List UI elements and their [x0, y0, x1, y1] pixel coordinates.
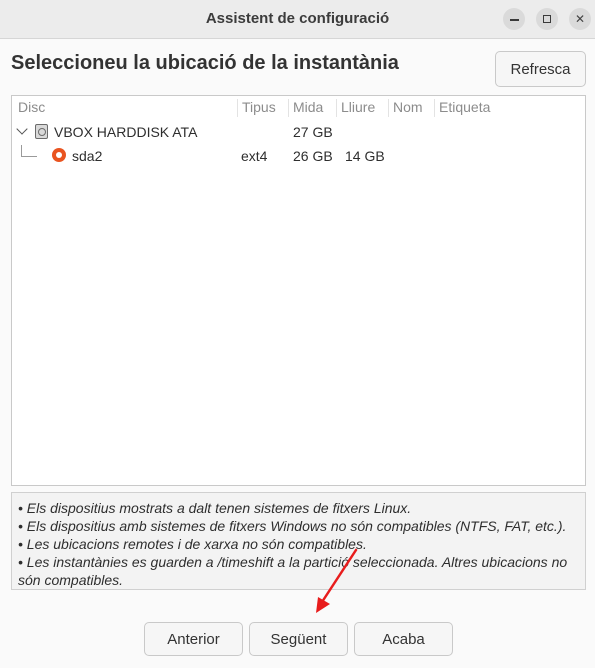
- column-header-lliure[interactable]: Lliure: [336, 99, 375, 117]
- title-bar: Assistent de configuració ✕: [0, 0, 595, 39]
- info-notes: • Els dispositius mostrats a dalt tenen …: [11, 492, 586, 590]
- maximize-button[interactable]: [536, 8, 558, 30]
- device-tree[interactable]: Disc Tipus Mida Lliure Nom Etiqueta VBOX…: [11, 95, 586, 486]
- note-item: • Els dispositius mostrats a dalt tenen …: [18, 500, 412, 516]
- disk-row[interactable]: VBOX HARDDISK ATA 27 GB: [12, 121, 585, 143]
- tree-connector: [21, 145, 37, 157]
- column-header-disc[interactable]: Disc: [18, 99, 45, 117]
- page-heading: Seleccioneu la ubicació de la instantàni…: [11, 52, 399, 74]
- partition-name: sda2: [72, 148, 103, 164]
- column-header-nom[interactable]: Nom: [388, 99, 423, 117]
- disk-size: 27 GB: [293, 124, 333, 140]
- close-icon: ✕: [574, 12, 586, 26]
- partition-size: 26 GB: [293, 148, 333, 164]
- refresh-button[interactable]: Refresca: [495, 51, 586, 87]
- note-item: • Les ubicacions remotes i de xarxa no s…: [18, 536, 367, 552]
- next-button[interactable]: Següent: [249, 622, 348, 656]
- column-header-mida[interactable]: Mida: [288, 99, 323, 117]
- partition-free: 14 GB: [345, 148, 385, 164]
- column-header-tipus[interactable]: Tipus: [237, 99, 276, 117]
- previous-button[interactable]: Anterior: [144, 622, 243, 656]
- maximize-icon: [543, 15, 551, 23]
- harddisk-icon: [35, 124, 48, 139]
- minimize-button[interactable]: [503, 8, 525, 30]
- radio-selected-icon[interactable]: [52, 148, 66, 162]
- table-header: Disc Tipus Mida Lliure Nom Etiqueta: [12, 96, 585, 118]
- note-item: • Els dispositius amb sistemes de fitxer…: [18, 518, 567, 534]
- partition-type: ext4: [241, 148, 268, 164]
- chevron-down-icon[interactable]: [16, 123, 28, 135]
- column-header-etiqueta[interactable]: Etiqueta: [434, 99, 490, 117]
- note-item: • Les instantànies es guarden a /timeshi…: [18, 554, 568, 588]
- disk-name: VBOX HARDDISK ATA: [54, 124, 198, 140]
- minimize-icon: [509, 19, 519, 21]
- partition-row[interactable]: sda2 ext4 26 GB 14 GB: [12, 145, 585, 167]
- finish-button[interactable]: Acaba: [354, 622, 453, 656]
- close-button[interactable]: ✕: [569, 8, 591, 30]
